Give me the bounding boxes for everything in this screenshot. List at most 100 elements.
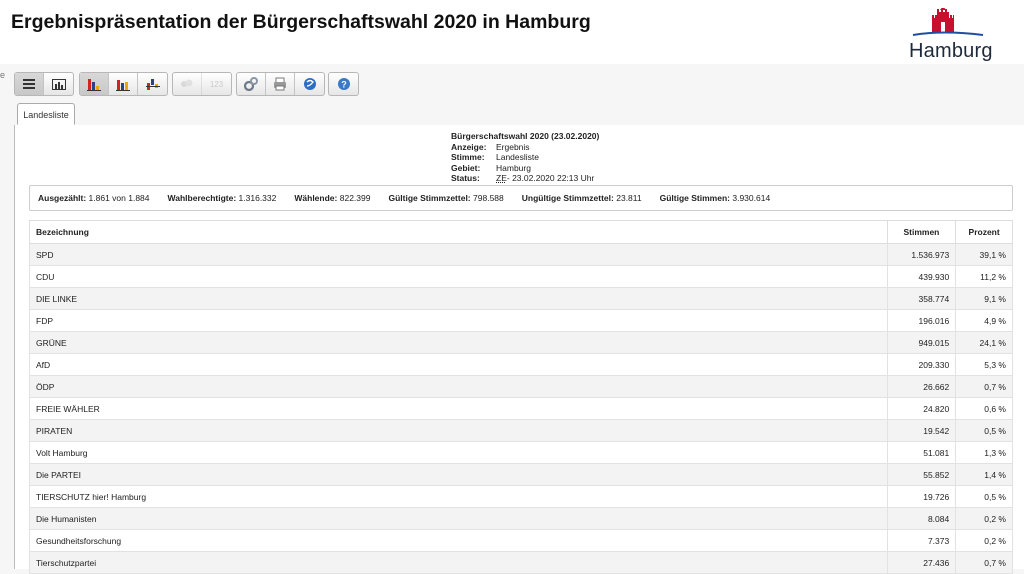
stat-label: Ausgezählt: [38,193,87,203]
percent-cell: 0,7 % [955,375,1013,398]
help-icon: ? [337,78,350,90]
table-row[interactable]: CDU 439.930 11,2 % [29,265,1013,288]
table-row[interactable]: PIRATEN 19.542 0,5 % [29,419,1013,442]
percent-cell: 0,5 % [955,485,1013,508]
stat-counted: Ausgezählt: 1.861 von 1.884 [38,193,150,203]
hamburg-logo: Hamburg [903,6,1003,64]
party-name-cell: CDU [29,265,888,288]
stat-label: Ungültige Stimmzettel: [521,193,614,203]
stat-label: Wählende: [294,193,338,203]
table-row[interactable]: Tierschutzpartei 27.436 0,7 % [29,551,1013,574]
table-row[interactable]: ÖDP 26.662 0,7 % [29,375,1013,398]
votes-cell: 27.436 [886,551,957,574]
help-button[interactable]: ? [329,73,358,95]
number-button[interactable]: 123 [202,73,231,95]
table-body: SPD 1.536.973 39,1 % CDU 439.930 11,2 % DIE LI… [29,243,1013,574]
party-name-cell: AfD [29,353,888,376]
print-button[interactable] [266,73,295,95]
table-row[interactable]: GRÜNE 949.015 24,1 % [29,331,1013,354]
stat-value: 1.861 von 1.884 [88,193,150,203]
stacked-bar-icon [116,80,130,91]
number-label: 123 [209,79,224,89]
votes-cell: 1.536.973 [886,243,957,266]
percent-cell: 1,3 % [955,441,1013,464]
header: Ergebnispräsentation der Bürgerschaftswa… [0,0,1024,64]
action-group [236,72,325,96]
stat-label: Gültige Stimmen: [659,193,730,203]
percent-cell: 39,1 % [955,243,1013,266]
meta-value: Ergebnis [496,141,530,152]
votes-cell: 8.084 [886,507,957,530]
votes-cell: 19.726 [886,485,957,508]
column-header-votes[interactable]: Stimmen [886,220,957,244]
stat-value: 798.588 [473,193,504,203]
printer-icon [274,77,286,91]
votes-cell: 439.930 [886,265,957,288]
tab-bar: Landesliste [14,103,1024,126]
votes-cell: 196.016 [886,309,957,332]
status-abbrev[interactable]: ZE [496,173,507,184]
percent-cell: 9,1 % [955,287,1013,310]
table-row[interactable]: FREIE WÄHLER 24.820 0,6 % [29,397,1013,420]
stat-label: Gültige Stimmzettel: [388,193,471,203]
comparison-chart-button[interactable] [138,73,167,95]
table-row[interactable]: AfD 209.330 5,3 % [29,353,1013,376]
meta-row: Gebiet: Hamburg [451,163,599,174]
chart-type-group [79,72,168,96]
table-row[interactable]: FDP 196.016 4,9 % [29,309,1013,332]
hamburg-castle-icon [912,6,984,36]
party-name-cell: SPD [29,243,888,266]
stat-value: 23.811 [616,193,642,203]
party-name-cell: Die PARTEI [29,463,888,486]
column-header-percent[interactable]: Prozent [955,220,1013,244]
party-name-cell: ÖDP [29,375,888,398]
results-table: Bezeichnung Stimmen Prozent SPD 1.536.973… [29,220,1013,574]
percent-cell: 24,1 % [955,331,1013,354]
table-row[interactable]: DIE LINKE 358.774 9,1 % [29,287,1013,310]
party-name-cell: Gesundheitsforschung [29,529,888,552]
seats-button[interactable] [173,73,202,95]
table-row[interactable]: TIERSCHUTZ hier! Hamburg 19.726 0,5 % [29,485,1013,508]
percent-cell: 0,6 % [955,397,1013,420]
chart-view-button[interactable] [44,73,73,95]
votes-cell: 358.774 [886,287,957,310]
logo-text: Hamburg [909,40,993,62]
table-row[interactable]: Gesundheitsforschung 7.373 0,2 % [29,529,1013,552]
party-name-cell: Volt Hamburg [29,441,888,464]
votes-cell: 55.852 [886,463,957,486]
party-name-cell: GRÜNE [29,331,888,354]
votes-cell: 26.662 [886,375,957,398]
party-name-cell: DIE LINKE [29,287,888,310]
votes-cell: 7.373 [886,529,957,552]
percent-cell: 0,5 % [955,419,1013,442]
meta-key: Anzeige: [451,141,487,152]
settings-button[interactable] [237,73,266,95]
tab-landesliste[interactable]: Landesliste [17,103,75,125]
results-panel: Bürgerschaftswahl 2020 (23.02.2020) Anze… [14,125,1024,574]
table-icon [23,79,35,89]
meta-row: Status: ZE - 23.02.2020 22:13 Uhr [451,173,599,184]
bar-chart-icon [87,79,101,91]
party-name-cell: FREIE WÄHLER [29,397,888,420]
chart-icon [51,78,66,90]
stat-voters: Wählende: 822.399 [294,193,370,203]
percent-cell: 11,2 % [955,265,1013,288]
table-row[interactable]: SPD 1.536.973 39,1 % [29,243,1013,266]
column-header-name[interactable]: Bezeichnung [29,220,888,244]
meta-key: Gebiet: [451,162,481,173]
votes-cell: 949.015 [886,331,957,354]
bar-chart-button[interactable] [80,73,109,95]
share-button[interactable] [295,73,324,95]
stat-value: 822.399 [339,193,371,203]
stat-value: 1.316.332 [238,193,277,203]
party-name-cell: TIERSCHUTZ hier! Hamburg [29,485,888,508]
side-mark: e [0,70,6,80]
percent-cell: 0,7 % [955,551,1013,574]
table-view-button[interactable] [15,73,44,95]
table-row[interactable]: Die Humanisten 8.084 0,2 % [29,507,1013,530]
election-meta: Bürgerschaftswahl 2020 (23.02.2020) Anze… [451,131,599,184]
table-row[interactable]: Volt Hamburg 51.081 1,3 % [29,441,1013,464]
stacked-chart-button[interactable] [109,73,138,95]
page-title: Ergebnispräsentation der Bürgerschaftswa… [11,11,591,33]
table-row[interactable]: Die PARTEI 55.852 1,4 % [29,463,1013,486]
